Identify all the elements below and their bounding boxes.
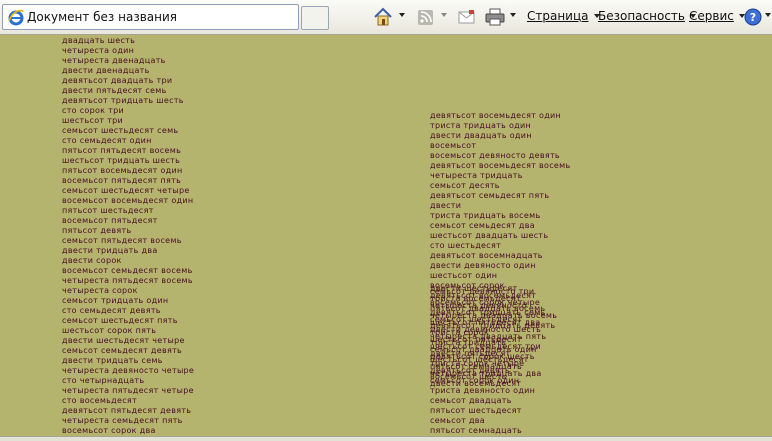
number-text-line: сто семьдесят девять (62, 306, 161, 315)
feeds-dropdown-icon[interactable] (441, 13, 447, 17)
browser-tab[interactable]: Документ без названия (2, 4, 299, 30)
number-text-line: восемьсот пятьдесят пять (62, 176, 182, 185)
number-text-line: триста тридцать один (430, 121, 532, 130)
number-text-line: пятьсот шестьдесят (430, 406, 522, 415)
number-text-line: пятьсот восемьдесят один (62, 166, 183, 175)
number-text-line: девятьсот восемнадцать (430, 251, 543, 260)
home-icon[interactable] (373, 6, 393, 28)
svg-text:?: ? (750, 11, 756, 24)
browser-toolbar: Документ без названия Страница Безопасно… (0, 0, 772, 35)
page-content: двадцать шесть четыреста один четыреста дв… (0, 35, 772, 440)
number-text-line: восемьсот девяносто девять (430, 151, 560, 160)
number-text-line: семьсот семьдесят два (430, 221, 535, 230)
number-text-line: четыреста семьдесят пять (62, 416, 183, 425)
number-text-line: семьсот два (430, 416, 486, 425)
number-text-line: двести двенадцать (62, 66, 150, 75)
number-text-line: двести пятьдесят семь (62, 86, 167, 95)
number-text-line: триста девяносто один (430, 386, 536, 395)
number-text-line: семьсот шестьдесят семь (62, 126, 179, 135)
number-text-line: девятьсот восемьдесят восемь (430, 161, 571, 170)
number-text-line: семьсот тридцать один (62, 296, 169, 305)
number-text-line: двести тридцать два (62, 246, 158, 255)
number-text-line: шестьсот тридцать шесть (62, 156, 181, 165)
number-text-line: сто шестьдесят (430, 241, 502, 250)
tab-title: Документ без названия (27, 10, 177, 24)
number-text-line: четыреста двенадцать (62, 56, 166, 65)
number-text-line: двести шестьдесят четыре (62, 336, 185, 345)
help-icon[interactable]: ? (743, 6, 763, 28)
number-text-line: четыреста тридцать (430, 171, 523, 180)
number-text-line: восемьсот пятьдесят (62, 216, 158, 225)
number-text-line: пятьсот пятьдесят восемь (62, 146, 182, 155)
menu-page-label: Страница (527, 9, 589, 23)
number-text-line: сто семьдесят один (62, 136, 152, 145)
number-text-line: восемьсот семьдесят восемь (62, 266, 193, 275)
number-text-line: четыреста пятьдесят четыре (62, 386, 194, 395)
number-text-line: шестьсот один (430, 271, 498, 280)
number-text-line: двести сорок (62, 256, 122, 265)
number-text-line: двести девяносто один (430, 261, 536, 270)
number-text-line: семьсот шестьдесят четыре (62, 186, 190, 195)
number-text-line: семьсот двадцать (430, 396, 512, 405)
number-text-line: семьсот шестьдесят пять (62, 316, 178, 325)
number-text-line: девятьсот двадцать три (62, 76, 173, 85)
menu-page[interactable]: Страница (527, 9, 600, 23)
number-text-line: пятьсот семнадцать (430, 426, 523, 435)
print-dropdown-icon[interactable] (510, 13, 516, 17)
number-text-line: сто четырнадцать (62, 376, 145, 385)
feeds-icon[interactable] (416, 6, 436, 28)
number-text-line: двести тридцать семь (62, 356, 163, 365)
number-text-line: триста тридцать восемь (430, 211, 541, 220)
number-text-line: девятьсот тридцать шесть (62, 96, 184, 105)
number-text-line: четыреста сорок (62, 286, 138, 295)
number-text-line: шестьсот три (62, 116, 124, 125)
home-dropdown-icon[interactable] (399, 13, 405, 17)
number-text-line: двести двадцать один (430, 131, 532, 140)
menu-security-label: Безопасность (598, 9, 685, 23)
number-text-line: девятьсот восемьдесят один (430, 111, 562, 120)
number-text-line: восемьсот (430, 141, 477, 150)
number-text-line: шестьсот сорок пять (62, 326, 157, 335)
menu-tools-label: Сервис (689, 9, 734, 23)
menu-security[interactable]: Безопасность (598, 9, 696, 23)
number-text-line: четыреста один (62, 46, 135, 55)
help-dropdown-icon[interactable] (765, 13, 771, 17)
number-text-line: девятьсот пятьдесят девять (62, 406, 192, 415)
number-text-line: четыреста пятьдесят восемь (62, 276, 193, 285)
menu-tools[interactable]: Сервис (689, 9, 745, 23)
print-icon[interactable] (484, 6, 506, 28)
number-text-line: двадцать шесть (62, 36, 136, 45)
number-text-line: пятьсот девять (62, 226, 132, 235)
number-text-line: восемьсот восемьдесят один (62, 196, 194, 205)
number-text-line: пятьсот шестьдесят (62, 206, 154, 215)
number-text-line: восемьсот сорок два (62, 426, 156, 435)
number-text-line: семьсот семьдесят девять (62, 346, 183, 355)
number-text-line: девятьсот семьдесят пять (430, 191, 550, 200)
number-text-line: шестьсот двадцать шесть (430, 231, 549, 240)
ie-logo-icon (8, 9, 24, 26)
number-text-line: четыреста девяносто четыре (62, 366, 195, 375)
new-tab-button[interactable] (301, 6, 329, 30)
number-text-line: сто восемьдесят (62, 396, 137, 405)
number-text-line: сто сорок три (62, 106, 124, 115)
number-text-line: двести (430, 201, 462, 210)
read-mail-icon[interactable] (457, 6, 477, 28)
status-bar-edge (0, 436, 772, 441)
number-text-line: семьсот пятьдесят восемь (62, 236, 182, 245)
number-text-line: семьсот десять (430, 181, 500, 190)
